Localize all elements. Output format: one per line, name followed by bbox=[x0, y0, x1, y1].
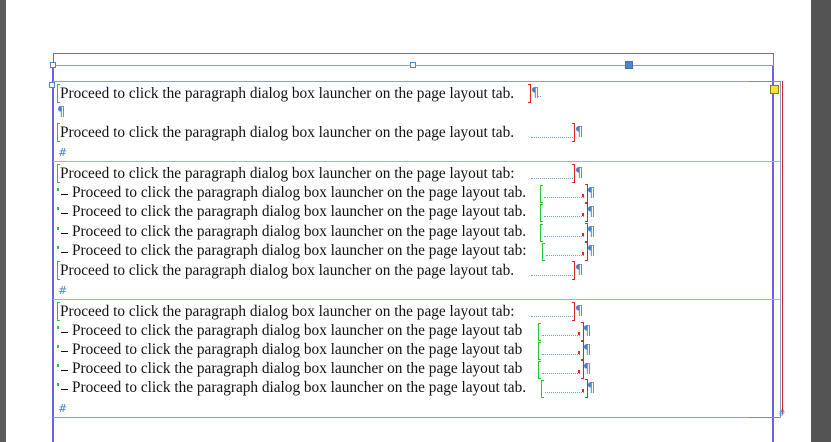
tab-leader bbox=[546, 255, 584, 256]
pilcrow-icon: ¶ bbox=[587, 186, 596, 201]
pilcrow-icon: ¶ bbox=[587, 225, 596, 240]
bullet-marker bbox=[57, 364, 59, 367]
tab-leader bbox=[542, 373, 580, 374]
tab-leader bbox=[544, 236, 584, 237]
bullet-dash bbox=[61, 252, 68, 253]
paragraph-text[interactable]: Proceed to click the paragraph dialog bo… bbox=[60, 303, 515, 321]
paragraph-bracket-open bbox=[538, 361, 541, 379]
cell-divider-2 bbox=[53, 299, 780, 300]
left-column-guide bbox=[52, 65, 54, 442]
end-of-story-icon: # bbox=[58, 402, 68, 415]
tab-marker bbox=[582, 213, 584, 216]
pilcrow-icon: ¶ bbox=[587, 205, 596, 220]
bullet-marker bbox=[57, 227, 59, 230]
cell-divider-1 bbox=[53, 161, 780, 162]
selection-handle-top-left[interactable] bbox=[50, 62, 56, 68]
pilcrow-icon: ¶ bbox=[575, 304, 584, 319]
tab-leader bbox=[542, 354, 580, 355]
frame-corner-mark-top bbox=[748, 81, 780, 82]
paragraph-text[interactable]: Proceed to click the paragraph dialog bo… bbox=[72, 223, 526, 241]
paragraph-text[interactable]: Proceed to click the paragraph dialog bo… bbox=[72, 322, 522, 340]
tab-marker bbox=[578, 351, 580, 354]
tab-marker bbox=[582, 389, 584, 392]
paragraph-text[interactable]: Proceed to click the paragraph dialog bo… bbox=[72, 242, 527, 260]
tab-leader bbox=[544, 216, 584, 217]
paragraph-text[interactable]: Proceed to click the paragraph dialog bo… bbox=[72, 379, 526, 397]
top-margin-guide bbox=[53, 53, 774, 54]
paragraph-bracket-open bbox=[538, 323, 541, 341]
selection-handle-active[interactable] bbox=[625, 61, 633, 69]
tab-leader bbox=[531, 178, 573, 179]
bullet-dash bbox=[61, 233, 68, 234]
pilcrow-icon: ¶ bbox=[57, 105, 66, 120]
bullet-marker bbox=[57, 326, 59, 329]
right-column-guide bbox=[772, 65, 774, 442]
pilcrow-icon: ¶ bbox=[583, 324, 592, 339]
paragraph-bracket-open bbox=[540, 204, 543, 222]
bullet-marker bbox=[57, 246, 59, 249]
selection-handle-left-anchor[interactable] bbox=[49, 82, 55, 88]
end-of-story-icon: # bbox=[58, 284, 68, 297]
tab-leader bbox=[544, 197, 584, 198]
bullet-dash bbox=[61, 213, 68, 214]
tab-marker bbox=[578, 332, 580, 335]
tab-marker bbox=[582, 194, 584, 197]
layout-canvas: # Proceed to click the paragraph dialog … bbox=[0, 0, 831, 442]
pasteboard bbox=[811, 0, 831, 442]
bullet-dash bbox=[61, 389, 68, 390]
paragraph-text[interactable]: Proceed to click the paragraph dialog bo… bbox=[72, 341, 522, 359]
bullet-marker bbox=[57, 188, 59, 191]
bullet-dash bbox=[61, 194, 68, 195]
tab-leader bbox=[542, 335, 580, 336]
paragraph-text[interactable]: Proceed to click the paragraph dialog bo… bbox=[60, 85, 514, 103]
pilcrow-icon: ¶ bbox=[583, 362, 592, 377]
pilcrow-icon: ¶ bbox=[587, 381, 596, 396]
bullet-marker bbox=[57, 345, 59, 348]
paragraph-text[interactable]: Proceed to click the paragraph dialog bo… bbox=[60, 165, 515, 183]
paragraph-bracket-open bbox=[540, 224, 543, 242]
tab-marker bbox=[578, 370, 580, 373]
paragraph-bracket-open bbox=[540, 185, 543, 203]
table-bottom-edge bbox=[53, 417, 780, 418]
paragraph-text[interactable]: Proceed to click the paragraph dialog bo… bbox=[60, 124, 514, 142]
bullet-dash bbox=[61, 332, 68, 333]
tab-marker bbox=[582, 233, 584, 236]
text-thread-line bbox=[782, 81, 783, 414]
pilcrow-icon: ¶ bbox=[587, 244, 596, 259]
table-top-edge bbox=[53, 81, 780, 82]
pilcrow-icon: ¶ bbox=[583, 343, 592, 358]
paragraph-bracket-open bbox=[538, 342, 541, 360]
tab-leader bbox=[531, 316, 573, 317]
bullet-dash bbox=[61, 351, 68, 352]
tab-leader bbox=[545, 392, 584, 393]
table-right-edge bbox=[780, 81, 781, 418]
paragraph-text[interactable]: Proceed to click the paragraph dialog bo… bbox=[72, 203, 526, 221]
thread-end-icon: # bbox=[778, 409, 786, 419]
tab-leader bbox=[531, 137, 573, 138]
bullet-dash bbox=[61, 370, 68, 371]
paragraph-text[interactable]: Proceed to click the paragraph dialog bo… bbox=[72, 184, 526, 202]
frame-corner-mark-bottom bbox=[748, 417, 780, 418]
out-port-icon[interactable] bbox=[770, 85, 779, 94]
pilcrow-icon: ¶ bbox=[575, 263, 584, 278]
pilcrow-icon: ¶ bbox=[575, 166, 584, 181]
tab-leader bbox=[531, 275, 573, 276]
right-margin-guide-upper bbox=[773, 53, 774, 65]
end-of-story-icon: # bbox=[58, 146, 68, 159]
paragraph-text[interactable]: Proceed to click the paragraph dialog bo… bbox=[60, 262, 514, 280]
selection-handle-top-center[interactable] bbox=[410, 62, 416, 68]
pilcrow-icon: ¶ bbox=[531, 86, 540, 101]
paragraph-bracket-open bbox=[541, 380, 544, 398]
paragraph-text[interactable]: Proceed to click the paragraph dialog bo… bbox=[72, 360, 522, 378]
paragraph-bracket-open bbox=[542, 243, 545, 261]
bullet-marker bbox=[57, 207, 59, 210]
tab-leader bbox=[537, 96, 541, 97]
tab-marker bbox=[582, 252, 584, 255]
bullet-marker bbox=[57, 383, 59, 386]
pilcrow-icon: ¶ bbox=[575, 125, 584, 140]
